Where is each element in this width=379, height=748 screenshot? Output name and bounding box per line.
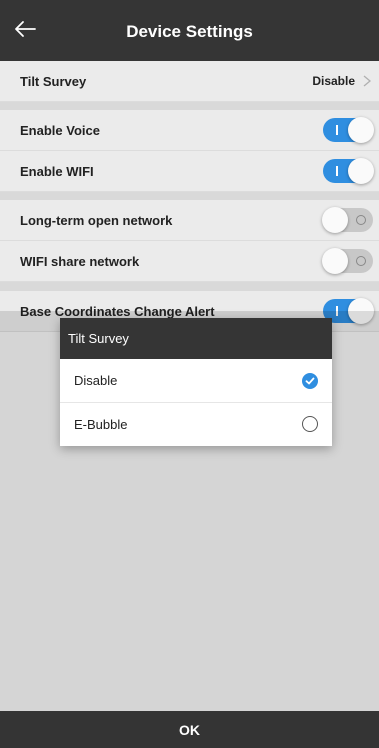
toggle-knob (348, 158, 374, 184)
option-label: E-Bubble (74, 416, 128, 432)
toggle-on-mark (336, 125, 338, 135)
section-divider (0, 282, 379, 291)
section-divider (0, 192, 379, 200)
top-bar: Device Settings (0, 0, 379, 61)
toggle-off-mark (356, 256, 366, 266)
dialog-title: Tilt Survey (60, 318, 332, 359)
enable-voice-label: Enable Voice (20, 122, 100, 138)
tilt-survey-value-group: Disable (312, 74, 379, 88)
ok-button[interactable]: OK (0, 711, 379, 748)
tilt-survey-dialog: Tilt Survey Disable E-Bubble (60, 318, 332, 446)
wifi-share-network-toggle[interactable] (322, 248, 373, 274)
enable-wifi-control (323, 158, 379, 184)
enable-voice-control (323, 117, 379, 143)
wifi-share-network-label: WIFI share network (20, 253, 140, 269)
wifi-share-network-row: WIFI share network (0, 241, 379, 282)
long-term-open-network-row: Long-term open network (0, 200, 379, 241)
long-term-open-network-toggle[interactable] (322, 207, 373, 233)
enable-voice-row: Enable Voice (0, 110, 379, 151)
toggle-knob (322, 207, 348, 233)
enable-voice-toggle[interactable] (323, 117, 374, 143)
enable-wifi-label: Enable WIFI (20, 163, 94, 179)
tilt-survey-value: Disable (312, 74, 355, 88)
long-term-open-network-control (322, 207, 379, 233)
device-settings-screen: Device Settings Tilt Survey Disable Enab… (0, 0, 379, 748)
option-label: Disable (74, 373, 118, 388)
tilt-survey-row[interactable]: Tilt Survey Disable (0, 61, 379, 102)
toggle-off-mark (356, 215, 366, 225)
option-e-bubble[interactable]: E-Bubble (60, 402, 332, 445)
toggle-knob (322, 248, 348, 274)
toggle-on-mark (336, 166, 338, 176)
chevron-right-icon (363, 75, 372, 87)
option-disable[interactable]: Disable (60, 359, 332, 402)
long-term-open-network-label: Long-term open network (20, 212, 173, 228)
page-title: Device Settings (126, 22, 253, 41)
section-divider (0, 102, 379, 110)
check-icon (305, 377, 315, 384)
tilt-survey-label: Tilt Survey (20, 73, 87, 89)
enable-wifi-row: Enable WIFI (0, 151, 379, 192)
wifi-share-network-control (322, 248, 379, 274)
enable-wifi-toggle[interactable] (323, 158, 374, 184)
radio-checked-icon (302, 372, 318, 389)
radio-unchecked-icon (302, 416, 318, 432)
toggle-knob (348, 117, 374, 143)
